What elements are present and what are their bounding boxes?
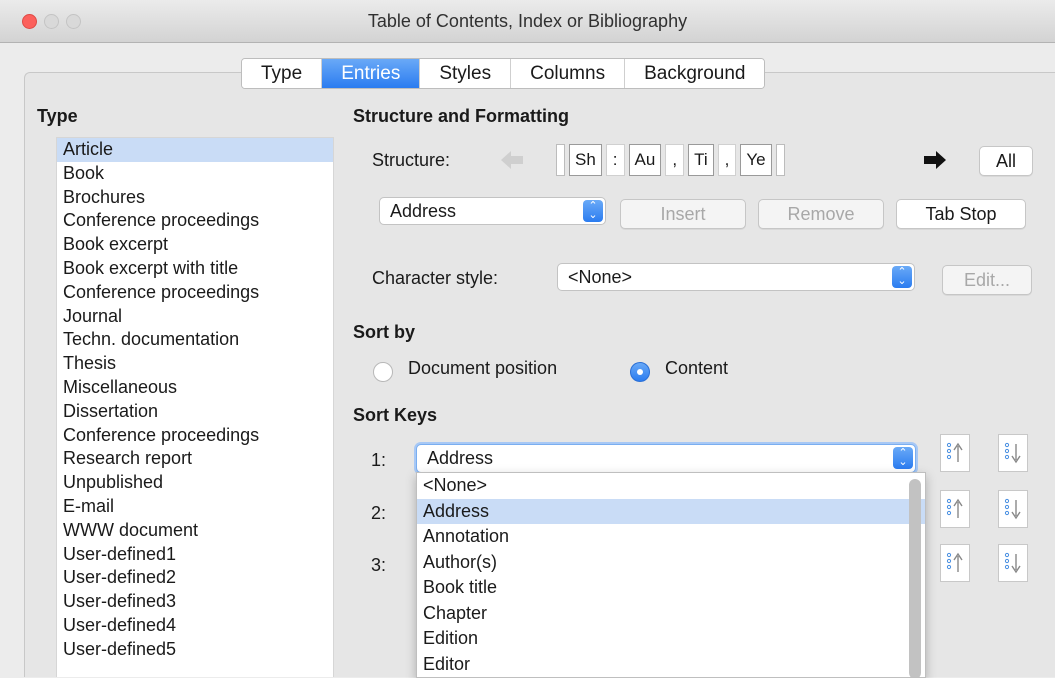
sort-by-position-label[interactable]: Document position bbox=[408, 358, 557, 379]
structure-token[interactable]: Au bbox=[628, 144, 662, 176]
type-list-item[interactable]: Thesis bbox=[57, 352, 333, 376]
type-list-item[interactable]: User-defined1 bbox=[57, 543, 333, 567]
remove-button[interactable]: Remove bbox=[758, 199, 884, 229]
sort-key-3-label: 3: bbox=[371, 555, 387, 575]
sort-key-2-ascending-button[interactable] bbox=[940, 490, 970, 528]
character-style-select[interactable]: <None> ⌃ ⌄ bbox=[557, 263, 915, 291]
dropdown-option[interactable]: Address bbox=[417, 498, 925, 524]
sort-by-content-label[interactable]: Content bbox=[665, 358, 728, 379]
window-title: Table of Contents, Index or Bibliography bbox=[367, 11, 688, 31]
tab-stop-button[interactable]: Tab Stop bbox=[896, 199, 1026, 229]
type-list[interactable]: Article Book Brochures Conference procee… bbox=[56, 137, 334, 677]
field-select[interactable]: Address ⌃ ⌄ bbox=[379, 197, 606, 225]
sort-key-2-label: 2: bbox=[371, 503, 387, 523]
type-list-item[interactable]: User-defined5 bbox=[57, 638, 333, 662]
structure-separator[interactable]: , bbox=[665, 144, 685, 176]
structure-scroll-right-button[interactable] bbox=[919, 146, 951, 174]
type-heading: Type bbox=[37, 106, 78, 126]
arrow-right-icon bbox=[924, 151, 946, 169]
title-bar: Table of Contents, Index or Bibliography bbox=[0, 0, 1055, 43]
sort-key-1-dropdown[interactable]: <None> Address Annotation Author(s) Book… bbox=[416, 472, 926, 678]
dropdown-option[interactable]: Book title bbox=[417, 575, 925, 601]
tab-styles[interactable]: Styles bbox=[420, 59, 512, 88]
structure-separator[interactable]: : bbox=[605, 144, 625, 176]
sort-descending-icon bbox=[1004, 442, 1021, 464]
structure-heading: Structure and Formatting bbox=[353, 106, 570, 126]
structure-gap[interactable] bbox=[775, 144, 785, 176]
sort-key-2-descending-button[interactable] bbox=[998, 490, 1028, 528]
tab-columns[interactable]: Columns bbox=[511, 59, 626, 88]
structure-gap[interactable] bbox=[556, 144, 565, 176]
insert-button[interactable]: Insert bbox=[620, 199, 746, 229]
character-style-value: <None> bbox=[568, 267, 633, 287]
type-list-item[interactable]: Unpublished bbox=[57, 471, 333, 495]
sort-descending-icon bbox=[1004, 498, 1021, 520]
field-select-value: Address bbox=[390, 201, 457, 221]
structure-token[interactable]: Ye bbox=[740, 144, 772, 176]
type-list-item[interactable]: Dissertation bbox=[57, 400, 333, 424]
sort-ascending-icon bbox=[946, 498, 963, 518]
character-style-label: Character style: bbox=[372, 268, 499, 288]
type-list-item[interactable]: Conference proceedings bbox=[57, 281, 333, 305]
sort-by-heading: Sort by bbox=[353, 322, 416, 342]
chevron-updown-icon: ⌃ ⌄ bbox=[583, 200, 603, 222]
sort-key-3-ascending-button[interactable] bbox=[940, 544, 970, 582]
structure-label: Structure: bbox=[372, 150, 451, 170]
tab-entries[interactable]: Entries bbox=[322, 59, 421, 88]
type-list-item[interactable]: Brochures bbox=[57, 186, 333, 210]
chevron-updown-icon: ⌃ ⌄ bbox=[892, 266, 912, 288]
sort-key-1-descending-button[interactable] bbox=[998, 434, 1028, 472]
edit-style-button[interactable]: Edit... bbox=[942, 265, 1032, 295]
type-list-item[interactable]: Conference proceedings bbox=[57, 424, 333, 448]
arrow-left-icon bbox=[501, 151, 523, 169]
sort-ascending-icon bbox=[946, 552, 963, 572]
type-list-item[interactable]: E-mail bbox=[57, 495, 333, 519]
sort-by-content-radio[interactable] bbox=[630, 362, 650, 382]
tab-background[interactable]: Background bbox=[625, 59, 765, 88]
structure-line: Sh : Au , Ti , Ye bbox=[556, 143, 880, 177]
type-list-item[interactable]: Article bbox=[57, 138, 333, 162]
sort-key-1-ascending-button[interactable] bbox=[940, 434, 970, 472]
type-list-item[interactable]: User-defined2 bbox=[57, 566, 333, 590]
sort-key-1-label: 1: bbox=[371, 450, 387, 470]
sort-key-1-select[interactable]: Address ⌃ ⌄ bbox=[416, 444, 916, 473]
type-list-item[interactable]: Conference proceedings bbox=[57, 209, 333, 233]
sort-key-1-value: Address bbox=[427, 448, 494, 468]
all-button[interactable]: All bbox=[979, 146, 1033, 176]
dropdown-option[interactable]: Chapter bbox=[417, 601, 925, 627]
dropdown-option[interactable]: Editor bbox=[417, 652, 925, 678]
tab-bar: Type Entries Styles Columns Background bbox=[241, 58, 766, 89]
dropdown-scrollbar[interactable] bbox=[909, 479, 921, 677]
dropdown-option[interactable]: Edition bbox=[417, 626, 925, 652]
type-list-item[interactable]: User-defined4 bbox=[57, 614, 333, 638]
tab-type[interactable]: Type bbox=[242, 59, 323, 88]
window-left-edge bbox=[0, 42, 8, 676]
type-list-item[interactable]: User-defined3 bbox=[57, 590, 333, 614]
sort-ascending-icon bbox=[946, 442, 963, 462]
type-list-item[interactable]: Book excerpt with title bbox=[57, 257, 333, 281]
dropdown-option[interactable]: Annotation bbox=[417, 524, 925, 550]
sort-keys-heading: Sort Keys bbox=[353, 405, 438, 425]
dropdown-option[interactable]: <None> bbox=[417, 473, 925, 499]
structure-token[interactable]: Sh bbox=[569, 144, 602, 176]
sort-descending-icon bbox=[1004, 552, 1021, 574]
type-list-item[interactable]: Research report bbox=[57, 447, 333, 471]
type-list-item[interactable]: Book bbox=[57, 162, 333, 186]
type-list-item[interactable]: Book excerpt bbox=[57, 233, 333, 257]
structure-scroll-left-button[interactable] bbox=[496, 146, 528, 174]
chevron-updown-icon: ⌃ ⌄ bbox=[893, 447, 913, 469]
type-list-item[interactable]: Techn. documentation bbox=[57, 328, 333, 352]
structure-token[interactable]: Ti bbox=[688, 144, 714, 176]
sort-by-position-radio[interactable] bbox=[373, 362, 393, 382]
type-list-item[interactable]: Miscellaneous bbox=[57, 376, 333, 400]
structure-separator[interactable]: , bbox=[717, 144, 737, 176]
type-list-item[interactable]: Journal bbox=[57, 305, 333, 329]
sort-key-3-descending-button[interactable] bbox=[998, 544, 1028, 582]
type-list-item[interactable]: WWW document bbox=[57, 519, 333, 543]
dropdown-option[interactable]: Author(s) bbox=[417, 550, 925, 576]
